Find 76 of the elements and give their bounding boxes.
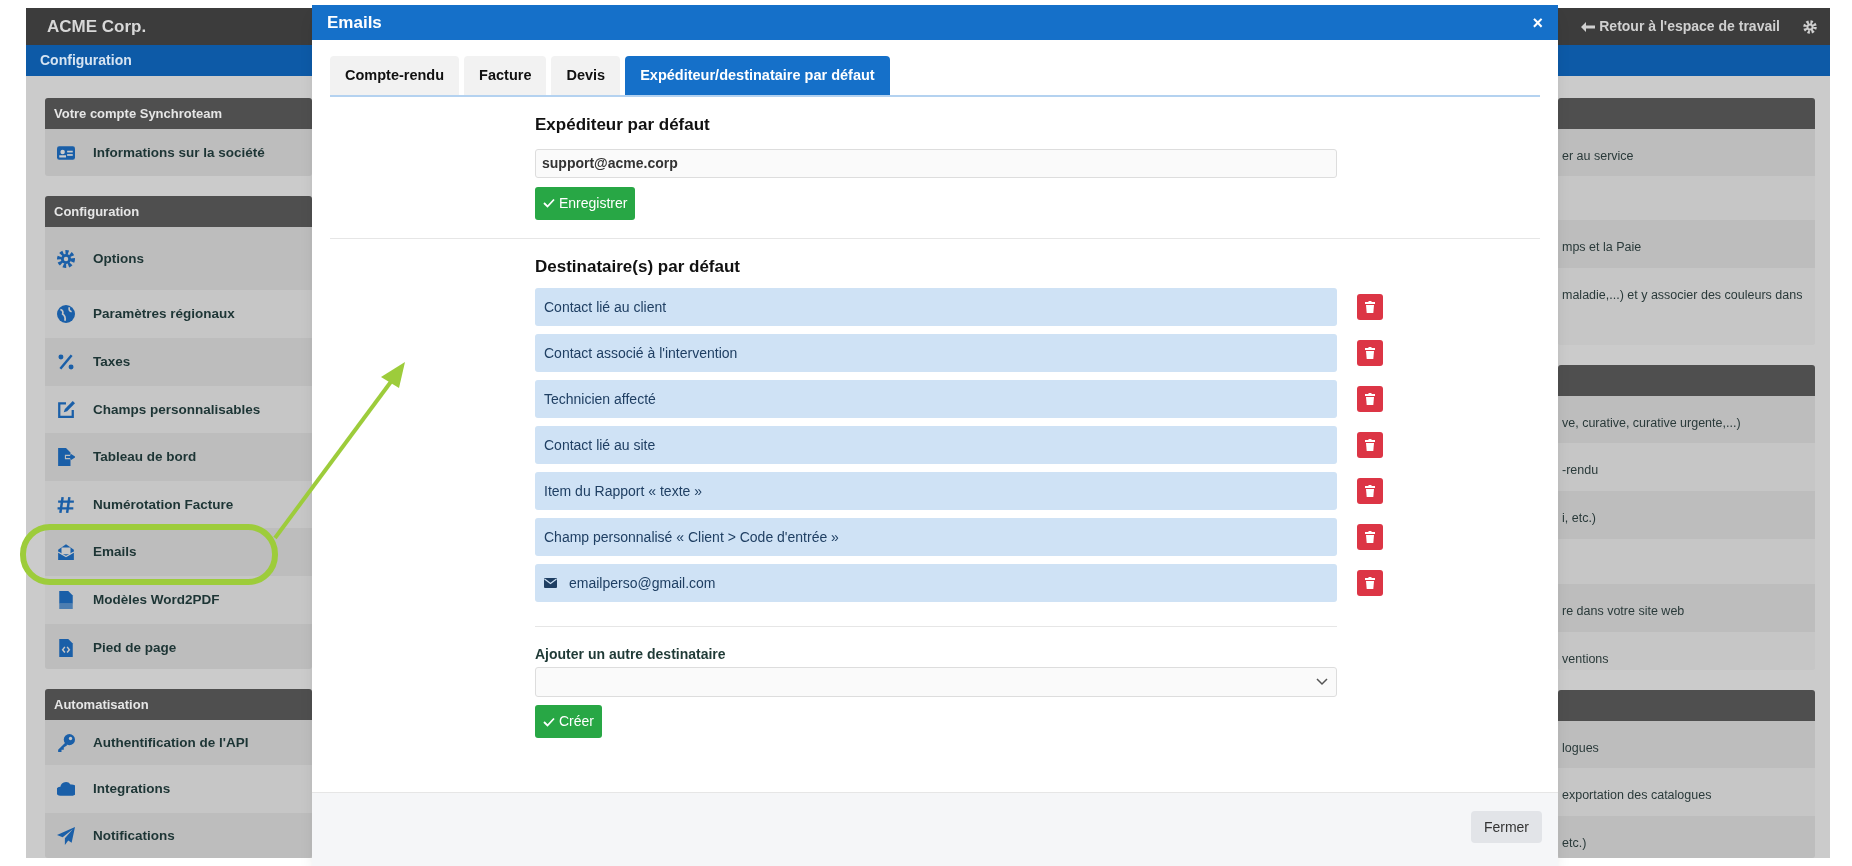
delete-button[interactable] — [1357, 294, 1383, 320]
chevron-down-icon — [1316, 678, 1328, 686]
field-label: Ajouter un autre destinataire — [535, 645, 727, 664]
trash-icon — [1365, 485, 1375, 497]
trash-icon — [1365, 577, 1375, 589]
trash-icon — [1365, 301, 1375, 313]
menu-item[interactable]: Emails — [45, 528, 312, 577]
item-description: ve, curative, curative urgente,...) — [1562, 415, 1741, 430]
globe-icon — [57, 305, 75, 324]
recipient-item: emailperso@gmail.com — [535, 564, 1337, 602]
settings-icon — [57, 249, 75, 268]
recipient-item: Contact lié au client — [535, 288, 1337, 326]
item-description: mps et la Paie — [1562, 240, 1642, 254]
trash-icon — [1365, 439, 1375, 451]
item-description: ventions — [1562, 651, 1609, 666]
menu-item[interactable]: Authentification de l'API — [45, 720, 312, 766]
delete-button[interactable] — [1357, 340, 1383, 366]
section-heading: Destinataire(s) par défaut — [535, 255, 741, 278]
paper-plane-icon — [57, 827, 75, 846]
item-description: exportation des catalogues — [1562, 787, 1712, 802]
trash-icon — [1365, 347, 1375, 359]
tab[interactable]: Expéditeur/destinataire par défaut — [625, 56, 890, 95]
item-description: logues — [1562, 740, 1599, 755]
section-heading: Expéditeur par défaut — [535, 114, 711, 136]
section-title: Configuration — [40, 51, 132, 70]
envelope-icon — [544, 578, 557, 588]
item-description: i, etc.) — [1562, 510, 1597, 525]
recipient-item: Contact lié au site — [535, 426, 1337, 464]
key-icon — [57, 733, 75, 752]
check-icon — [543, 716, 555, 727]
sender-field[interactable]: support@acme.corp — [535, 148, 1337, 178]
id-card-icon — [57, 144, 75, 162]
delete-button[interactable] — [1357, 432, 1383, 458]
close-button[interactable]: × — [1532, 13, 1543, 32]
delete-button[interactable] — [1357, 524, 1383, 550]
panel-header: Votre compte Synchroteam — [45, 98, 312, 129]
delete-button[interactable] — [1357, 386, 1383, 412]
arrow-left-icon — [1581, 21, 1596, 32]
file-export-icon — [57, 448, 75, 467]
menu-item[interactable]: Pied de page — [45, 624, 312, 670]
edit-icon — [57, 400, 75, 419]
brand-name: ACME Corp. — [47, 15, 147, 38]
delete-button[interactable] — [1357, 478, 1383, 504]
back-link[interactable]: Retour à l'espace de travail — [1581, 16, 1780, 37]
menu-item[interactable]: Taxes — [45, 338, 312, 387]
modal-title: Emails — [327, 11, 382, 34]
recipient-item: Item du Rapport « texte » — [535, 472, 1337, 510]
panel-header: Configuration — [45, 196, 312, 228]
recipient-item: Contact associé à l'intervention — [535, 334, 1337, 372]
menu-item[interactable]: Tableau de bord — [45, 433, 312, 482]
tab[interactable]: Compte-rendu — [330, 56, 460, 95]
panel-header: Automatisation — [45, 689, 312, 721]
recipient-item: Technicien affecté — [535, 380, 1337, 418]
check-icon — [543, 198, 555, 208]
item-description: er au service — [1562, 149, 1634, 163]
item-description: maladie,...) et y associer des couleurs dans — [1562, 288, 1803, 302]
close-button[interactable]: Fermer — [1470, 811, 1542, 843]
menu-item[interactable]: Options — [45, 227, 312, 291]
cloud-icon — [57, 780, 75, 799]
recipient-item: Champ personnalisé « Client > Code d'entrée » — [535, 518, 1337, 556]
item-description: etc.) — [1562, 835, 1587, 850]
trash-icon — [1365, 531, 1375, 543]
settings-icon[interactable] — [1802, 18, 1818, 35]
tab[interactable]: Facture — [464, 56, 547, 95]
item-description: re dans votre site web — [1562, 603, 1685, 618]
tab[interactable]: Devis — [551, 56, 621, 95]
menu-item[interactable]: Notifications — [45, 813, 312, 858]
code-file-icon — [57, 639, 75, 658]
item-description: -rendu — [1562, 462, 1599, 477]
envelope-icon — [57, 543, 75, 562]
percent-icon — [57, 353, 75, 372]
hash-icon — [57, 495, 75, 514]
trash-icon — [1365, 393, 1375, 405]
pdf-file-icon — [57, 591, 75, 610]
menu-item[interactable]: Informations sur la société — [45, 129, 312, 177]
delete-button[interactable] — [1357, 570, 1383, 596]
